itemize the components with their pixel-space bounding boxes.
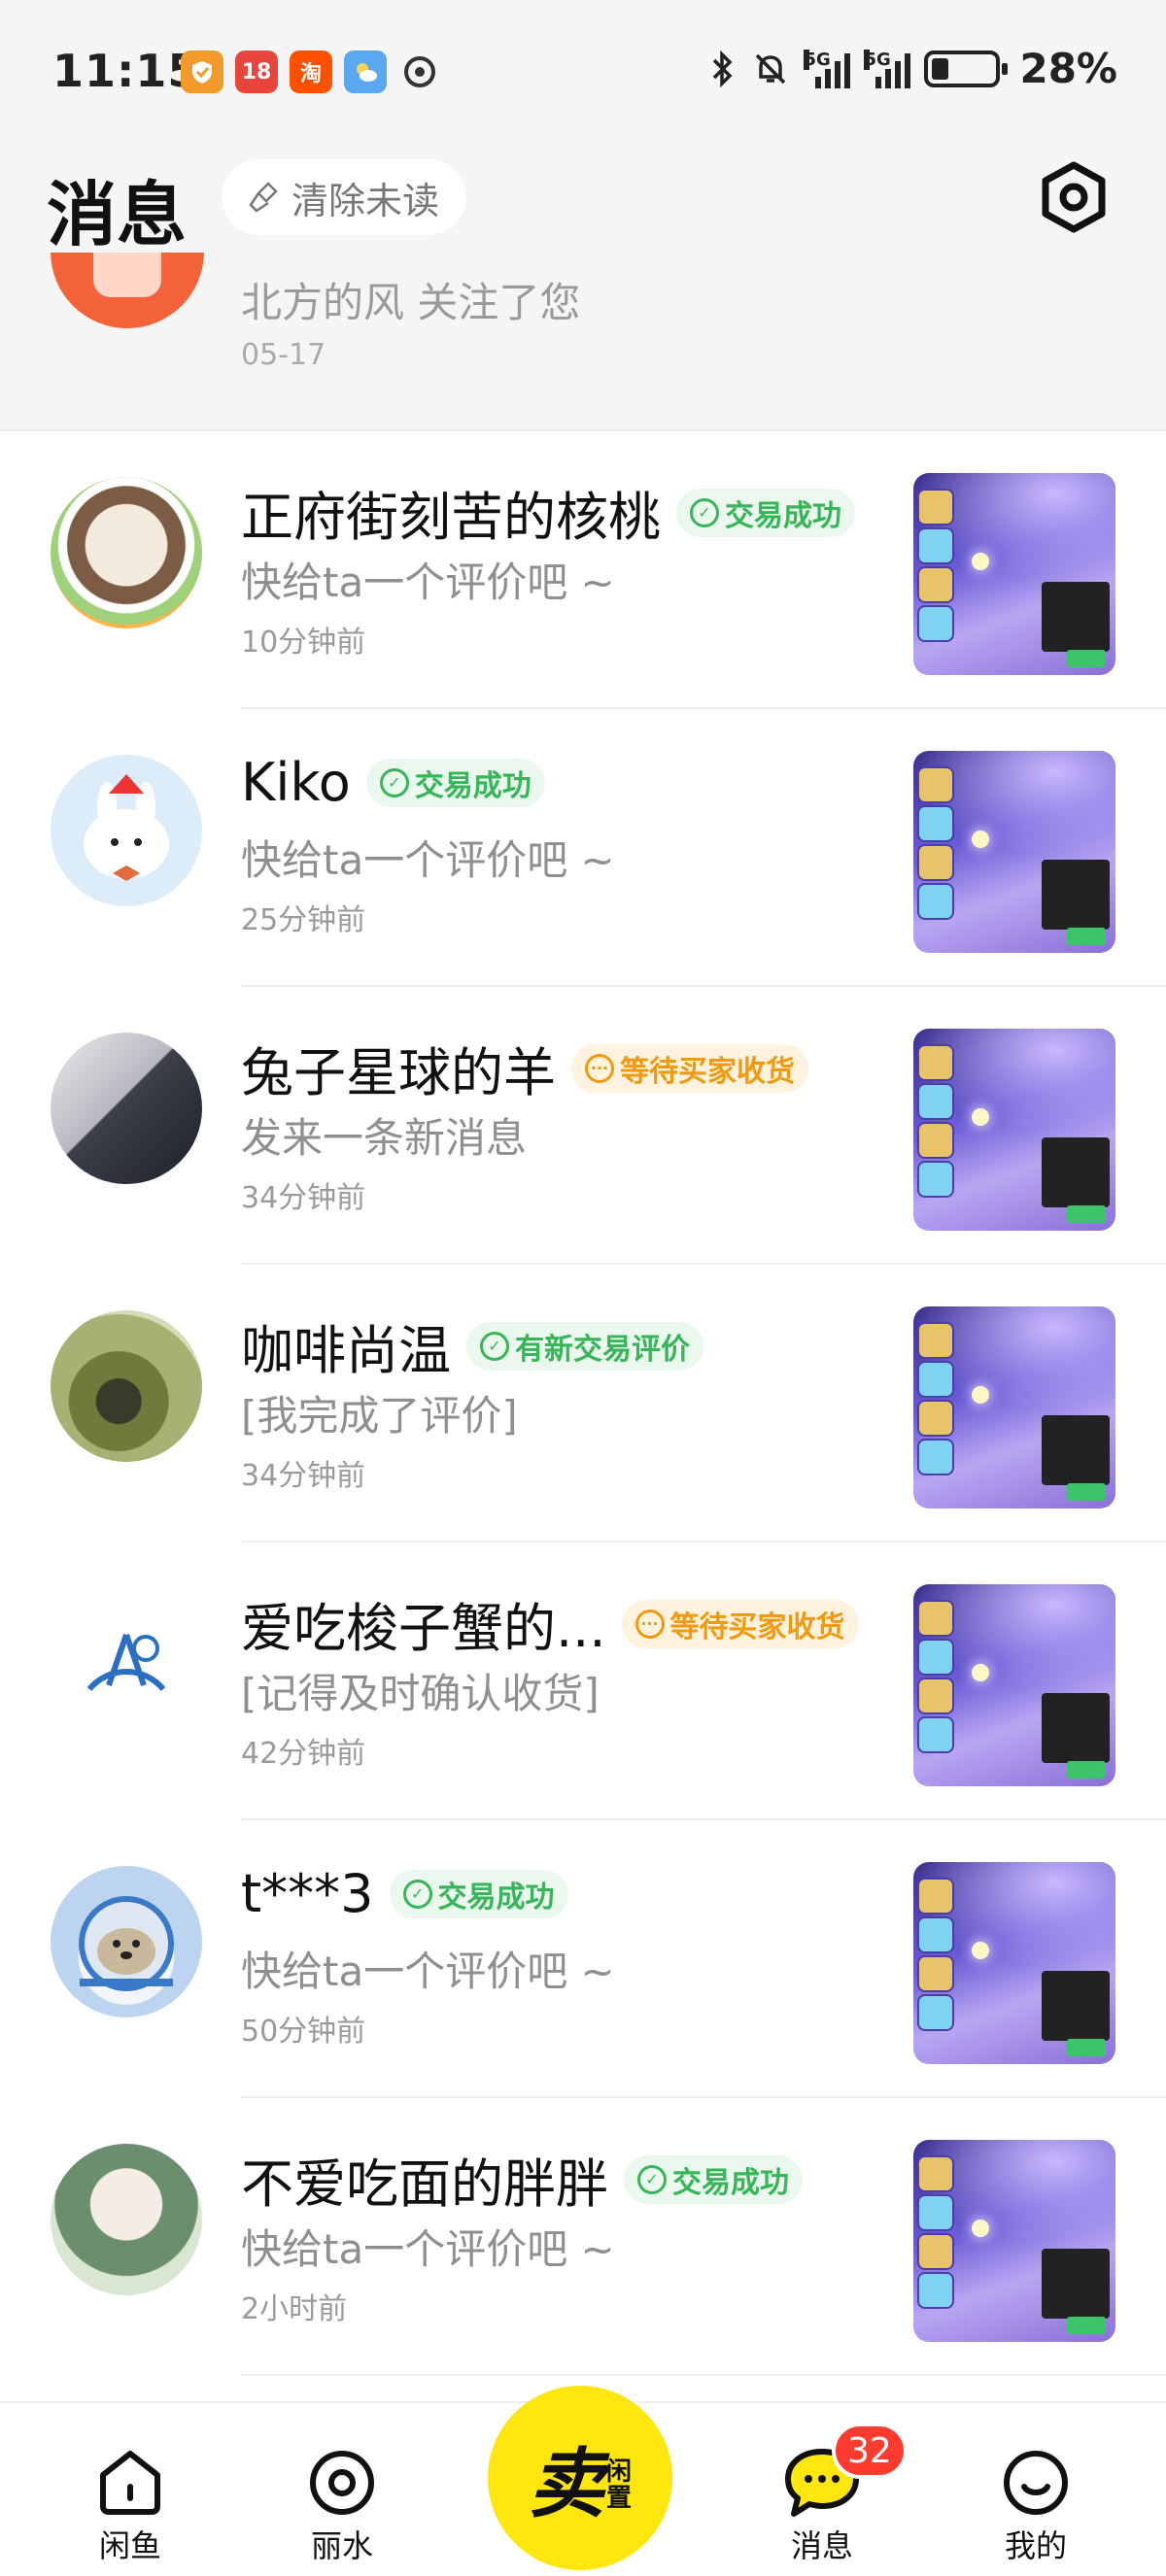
- item-thumbnail[interactable]: [913, 1862, 1115, 2064]
- header: 消息 清除未读: [0, 146, 1166, 255]
- settings-button[interactable]: [1036, 159, 1112, 235]
- item-thumbnail[interactable]: [913, 1306, 1115, 1508]
- conversation-row[interactable]: 正府街刻苦的核桃 ✓ 交易成功 快给ta一个评价吧 ~ 10分钟前: [0, 431, 1166, 709]
- avatar: [51, 1033, 202, 1184]
- avatar: [51, 477, 202, 628]
- notification-text: 北方的风 关注了您: [241, 279, 581, 326]
- status-indicators: 5G 5G 28%: [708, 45, 1117, 92]
- conversation-row[interactable]: 兔子星球的羊 ··· 等待买家收货 发来一条新消息 34分钟前: [0, 987, 1166, 1265]
- message-preview: 快给ta一个评价吧 ~: [241, 559, 615, 606]
- message-preview: [我完成了评价]: [241, 1392, 518, 1440]
- settings-hexagon-icon: [1042, 161, 1106, 233]
- message-preview: 快给ta一个评价吧 ~: [241, 836, 615, 884]
- clear-unread-button[interactable]: 清除未读: [222, 159, 467, 235]
- item-thumbnail[interactable]: [913, 751, 1115, 953]
- status-badge: ✓ 交易成功: [676, 488, 855, 537]
- bottom-tab-bar: 闲鱼 丽水 卖 闲置 消息 32 我的: [0, 2386, 1166, 2576]
- avatar: [51, 1866, 202, 2017]
- check-circle-icon: ✓: [690, 497, 719, 527]
- sell-button[interactable]: 卖 闲置: [488, 2386, 672, 2570]
- ellipsis-circle-icon: ···: [585, 1053, 614, 1083]
- status-app-icons: 18 淘: [181, 51, 441, 93]
- mute-bell-icon: [756, 53, 786, 84]
- check-circle-icon: ✓: [379, 767, 409, 797]
- check-circle-icon: ✓: [480, 1331, 509, 1361]
- contact-name: 咖啡尚温: [241, 1320, 451, 1381]
- status-badge: ··· 等待买家收货: [621, 1599, 859, 1648]
- message-time: 34分钟前: [241, 1181, 366, 1215]
- clear-unread-label: 清除未读: [292, 179, 440, 222]
- message-time: 34分钟前: [241, 1459, 366, 1493]
- status-badge: ··· 等待买家收货: [571, 1043, 808, 1093]
- tab-label: 闲鱼: [98, 2527, 161, 2564]
- message-preview: 快给ta一个评价吧 ~: [241, 2225, 615, 2273]
- item-thumbnail[interactable]: [913, 473, 1115, 675]
- message-time: 10分钟前: [241, 626, 366, 660]
- notification-time: 05-17: [241, 338, 326, 372]
- location-status-icon: [398, 51, 441, 93]
- tab-label: 我的: [1004, 2527, 1067, 2564]
- tab-label: 消息: [790, 2527, 853, 2564]
- item-thumbnail[interactable]: [913, 2140, 1115, 2342]
- signal-2-icon: 5G: [864, 49, 911, 88]
- conversation-row[interactable]: 爱吃梭子蟹的... ··· 等待买家收货 [记得及时确认收货] 42分钟前: [0, 1542, 1166, 1820]
- bluetooth-icon: [713, 50, 733, 87]
- battery-icon: [924, 50, 1009, 87]
- home-icon: [100, 2451, 160, 2515]
- sell-label: 卖: [528, 2440, 604, 2528]
- avatar: [51, 2144, 202, 2295]
- item-thumbnail[interactable]: [913, 1029, 1115, 1231]
- follow-notification-item[interactable]: 北方的风 关注了您 05-17: [0, 253, 1166, 431]
- profile-icon: [1004, 2451, 1068, 2515]
- contact-name: t***3: [241, 1863, 374, 1924]
- status-badge: ✓ 交易成功: [389, 1869, 568, 1918]
- battery-percent: 28%: [1019, 45, 1117, 92]
- item-thumbnail[interactable]: [913, 1584, 1115, 1786]
- conversation-row[interactable]: 不爱吃面的胖胖 ✓ 交易成功 快给ta一个评价吧 ~ 2小时前: [0, 2098, 1166, 2376]
- unread-count-badge: 32: [832, 2423, 908, 2479]
- status-time: 11:15: [52, 45, 200, 97]
- tab-profile[interactable]: 我的: [968, 2403, 1104, 2576]
- shopping-app-icon: 18: [235, 51, 278, 93]
- shield-app-icon: [181, 51, 223, 93]
- tab-home[interactable]: 闲鱼: [62, 2403, 198, 2576]
- taobao-app-icon: 淘: [290, 51, 332, 93]
- status-bar: 11:15 18 淘 5G 5G 28%: [0, 0, 1166, 146]
- message-time: 2小时前: [241, 2292, 348, 2326]
- avatar: [51, 253, 204, 328]
- check-circle-icon: ✓: [637, 2164, 667, 2194]
- message-time: 42分钟前: [241, 1737, 366, 1771]
- avatar: [51, 755, 202, 906]
- location-icon: [310, 2451, 374, 2515]
- contact-name: 爱吃梭子蟹的...: [241, 1598, 606, 1659]
- message-preview: [记得及时确认收货]: [241, 1670, 600, 1717]
- status-badge: ✓ 交易成功: [365, 758, 545, 807]
- contact-name: Kiko: [241, 752, 351, 813]
- avatar: [51, 1310, 202, 1462]
- ellipsis-circle-icon: ···: [634, 1609, 665, 1639]
- message-preview: 快给ta一个评价吧 ~: [241, 1948, 615, 1995]
- signal-1-icon: 5G: [804, 49, 851, 88]
- check-circle-icon: ✓: [402, 1879, 432, 1909]
- tab-location[interactable]: 丽水: [274, 2403, 410, 2576]
- weather-app-icon: [344, 51, 387, 93]
- tab-label: 丽水: [310, 2527, 373, 2564]
- conversation-row[interactable]: Kiko ✓ 交易成功 快给ta一个评价吧 ~ 25分钟前: [0, 709, 1166, 987]
- contact-name: 正府街刻苦的核桃: [241, 487, 661, 548]
- conversation-list: 正府街刻苦的核桃 ✓ 交易成功 快给ta一个评价吧 ~ 10分钟前 Kiko ✓ 交…: [0, 431, 1166, 2376]
- conversation-row[interactable]: t***3 ✓ 交易成功 快给ta一个评价吧 ~ 50分钟前: [0, 1820, 1166, 2098]
- contact-name: 不爱吃面的胖胖: [241, 2153, 608, 2215]
- conversation-row[interactable]: 咖啡尚温 ✓ 有新交易评价 [我完成了评价] 34分钟前: [0, 1265, 1166, 1542]
- status-badge: ✓ 交易成功: [624, 2154, 803, 2204]
- message-preview: 发来一条新消息: [241, 1114, 528, 1162]
- contact-name: 兔子星球的羊: [241, 1042, 556, 1103]
- broom-icon: [249, 182, 278, 213]
- avatar: [51, 1588, 202, 1740]
- page-title: 消息: [47, 174, 188, 255]
- message-time: 50分钟前: [241, 2015, 366, 2049]
- status-badge: ✓ 有新交易评价: [466, 1321, 703, 1371]
- message-time: 25分钟前: [241, 903, 366, 937]
